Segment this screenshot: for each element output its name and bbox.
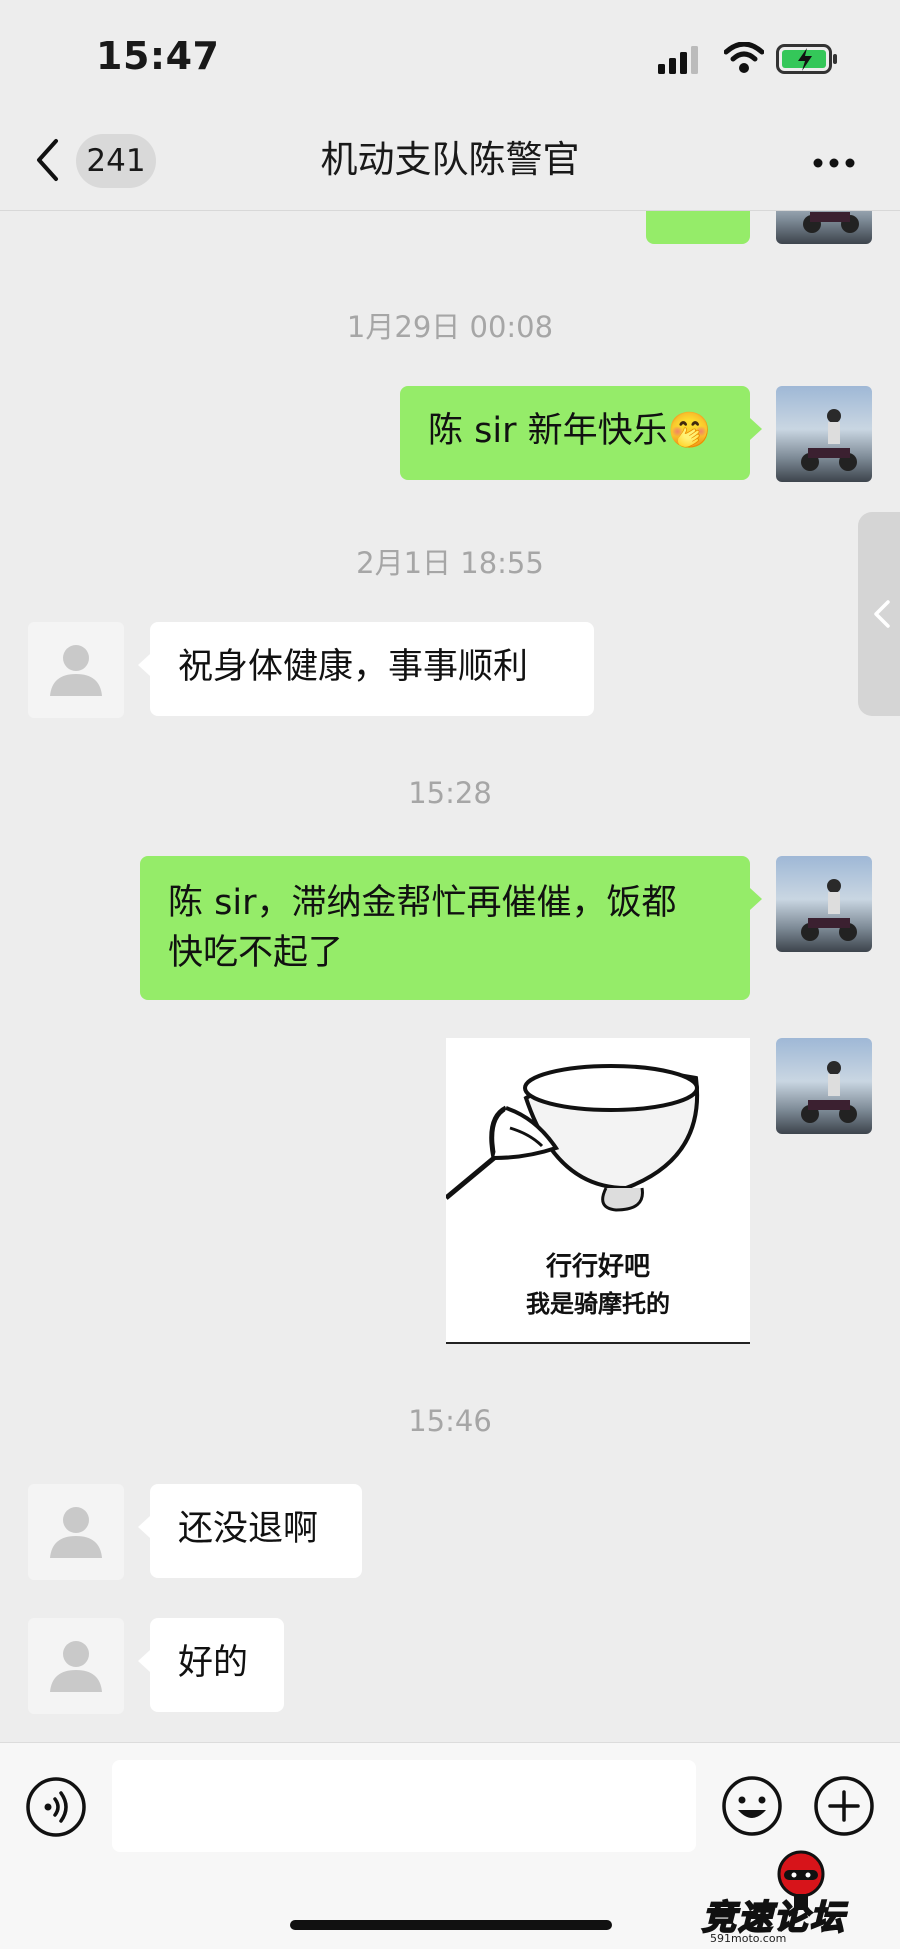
side-panel-handle[interactable] xyxy=(858,512,900,716)
home-indicator[interactable] xyxy=(290,1920,612,1930)
watermark-logo: 竞速论坛 591moto.com xyxy=(701,1850,900,1946)
message-timestamp: 15:46 xyxy=(408,1404,492,1438)
contact-avatar[interactable] xyxy=(28,622,124,718)
more-icon[interactable] xyxy=(812,154,856,173)
plus-icon[interactable] xyxy=(812,1774,876,1842)
sticker-message[interactable]: 行行好吧 我是骑摩托的 xyxy=(444,1038,750,1344)
message-text-line: 快吃不起了 xyxy=(168,933,344,973)
back-icon[interactable] xyxy=(34,137,60,187)
incoming-message-bubble[interactable]: 还没退啊 xyxy=(138,1484,362,1578)
voice-icon[interactable] xyxy=(24,1775,88,1843)
message-text: 还没退啊 xyxy=(178,1509,319,1549)
emoji-icon[interactable] xyxy=(720,1774,784,1842)
unread-count-badge[interactable]: 241 xyxy=(76,134,156,188)
emoji-icon: 🤭 xyxy=(667,411,712,451)
status-time: 15:47 xyxy=(96,34,220,78)
contact-avatar[interactable] xyxy=(28,1484,124,1580)
contact-avatar[interactable] xyxy=(28,1618,124,1714)
signal-icon xyxy=(658,46,700,78)
battery-charging-icon xyxy=(776,44,840,78)
watermark-subtext: 591moto.com xyxy=(710,1932,787,1945)
message-timestamp: 15:28 xyxy=(408,776,492,810)
self-avatar[interactable] xyxy=(776,856,872,952)
incoming-message-bubble[interactable]: 祝身体健康，事事顺利 xyxy=(138,622,594,716)
chat-title: 机动支队陈警官 xyxy=(320,138,580,181)
default-avatar-icon xyxy=(50,1507,102,1558)
bowl-hand-icon xyxy=(444,1064,700,1212)
message-text: 陈 sir 新年快乐 xyxy=(428,411,668,451)
default-avatar-icon xyxy=(50,645,102,696)
message-timestamp: 1月29日 00:08 xyxy=(346,310,554,344)
self-avatar[interactable] xyxy=(776,386,872,482)
outgoing-message-bubble[interactable]: 陈 sir 新年快乐🤭 xyxy=(400,386,762,480)
chevron-left-icon xyxy=(874,600,890,628)
default-avatar-icon xyxy=(50,1641,102,1692)
message-text: 祝身体健康，事事顺利 xyxy=(178,647,529,687)
outgoing-message-bubble[interactable]: 陈 sir，滞纳金帮忙再催催，饭都 快吃不起了 xyxy=(140,856,762,1000)
sticker-caption: 我是骑摩托的 xyxy=(526,1290,670,1318)
message-text-line: 陈 sir，滞纳金帮忙再催催，饭都 xyxy=(168,883,677,923)
message-timestamp: 2月1日 18:55 xyxy=(356,546,544,580)
message-text: 好的 xyxy=(178,1643,249,1683)
incoming-message-bubble[interactable]: 好的 xyxy=(138,1618,284,1712)
sticker-caption: 行行好吧 xyxy=(545,1252,650,1282)
self-avatar[interactable] xyxy=(776,1038,872,1134)
message-input[interactable] xyxy=(112,1760,696,1852)
wifi-icon xyxy=(723,41,765,78)
